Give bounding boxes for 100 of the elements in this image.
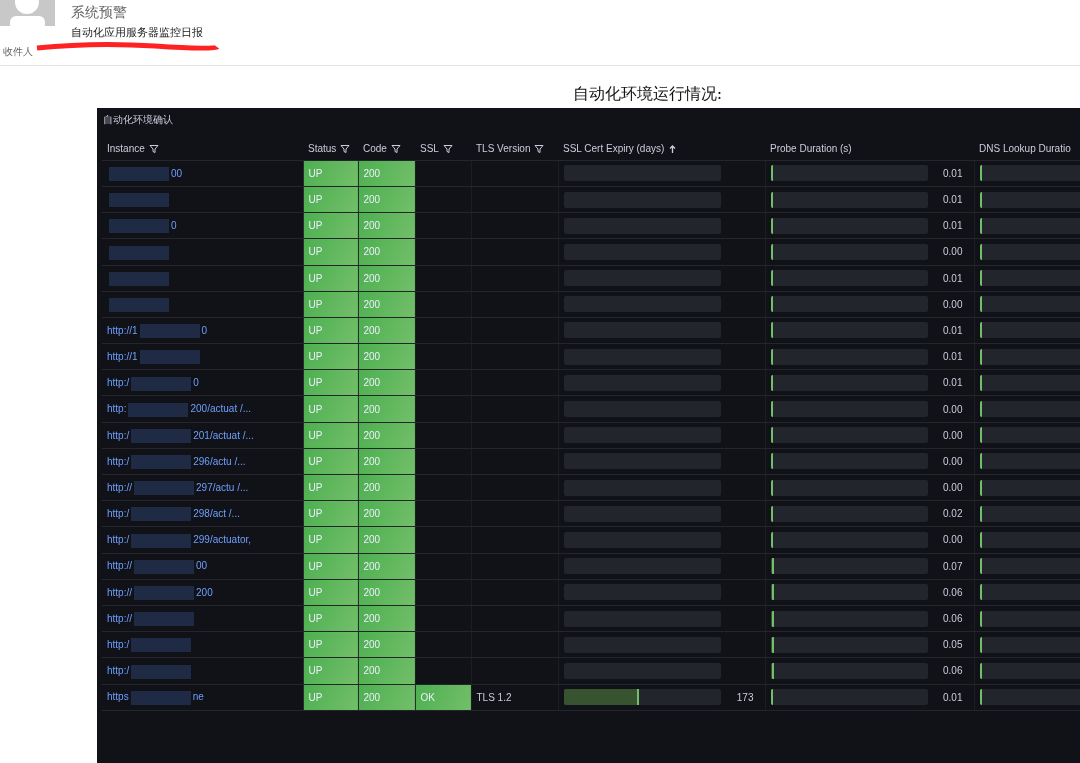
column-header[interactable]: Probe Duration (s)	[770, 141, 852, 156]
bar-value: 0.06	[942, 612, 964, 627]
instance-link[interactable]: http:// 297/actu /...	[107, 481, 249, 493]
status-cell: UP	[303, 422, 358, 449]
redaction-mark	[131, 455, 192, 470]
code-cell: 200	[358, 605, 415, 632]
code-cell: 200	[358, 448, 415, 475]
code-cell: 200	[358, 291, 415, 318]
status-cell: UP	[303, 631, 358, 658]
report-heading: 自动化环境运行情况:	[571, 84, 724, 104]
filter-icon[interactable]	[534, 143, 545, 154]
instance-link[interactable]: http:/ 201/actuat /...	[107, 429, 254, 441]
status-cell: UP	[303, 579, 358, 606]
redaction-mark	[131, 533, 192, 548]
redaction-mark	[131, 376, 192, 391]
column-header[interactable]: SSL	[420, 141, 453, 156]
code-cell: 200	[358, 395, 415, 423]
code-cell: 200	[358, 238, 415, 265]
redaction-mark	[134, 559, 194, 574]
filter-icon[interactable]	[148, 143, 159, 154]
status-cell: UP	[303, 605, 358, 632]
sender-name: 系统预警	[71, 3, 127, 22]
column-header[interactable]: Instance	[107, 141, 159, 156]
status-cell: UP	[303, 526, 358, 554]
instance-link[interactable]: 0	[107, 220, 177, 232]
redaction-mark	[139, 350, 200, 365]
instance-link[interactable]: http://1 0	[107, 324, 208, 336]
redaction-mark	[139, 324, 200, 339]
instance-link[interactable]: https ne	[107, 691, 204, 703]
status-cell: UP	[303, 657, 358, 684]
ssl-cell: OK	[415, 684, 471, 711]
bar-value: 0.00	[942, 402, 964, 417]
filter-icon[interactable]	[340, 143, 351, 154]
redaction-mark	[130, 690, 191, 705]
recipient-label: 收件人	[3, 45, 33, 59]
bar-value: 0.07	[942, 559, 964, 574]
bar-value: 0.06	[942, 585, 964, 600]
redaction-mark	[109, 167, 169, 181]
filter-icon[interactable]	[442, 143, 453, 154]
redaction-mark	[131, 507, 192, 522]
bar-value: 0.00	[942, 454, 964, 469]
bar-value: 0.01	[942, 219, 964, 234]
instance-link[interactable]: http: 200/actuat /...	[107, 403, 252, 415]
code-cell: 200	[358, 579, 415, 606]
instance-link[interactable]: http:/	[107, 665, 194, 677]
status-cell: UP	[303, 474, 358, 501]
column-header[interactable]: Status	[308, 141, 351, 156]
status-cell: UP	[303, 317, 358, 344]
code-cell: 200	[358, 631, 415, 658]
panel-title: 自动化环境确认	[102, 113, 174, 127]
instance-link[interactable]: http:/ 299/actuator,	[107, 534, 252, 546]
instance-link[interactable]: http:/ 298/act /...	[107, 508, 240, 520]
instance-link[interactable]: http://1	[107, 350, 202, 362]
status-cell: UP	[303, 291, 358, 318]
column-header[interactable]: DNS Lookup Duratio	[979, 141, 1071, 156]
bar-value: 0.00	[942, 481, 964, 496]
code-cell: 200	[358, 160, 415, 187]
bar-value: 0.05	[942, 638, 964, 653]
instance-link[interactable]: 00	[107, 167, 183, 179]
redaction-mark	[109, 271, 169, 286]
status-cell: UP	[303, 265, 358, 292]
sort-arrow-icon[interactable]	[668, 143, 678, 154]
redaction-mark	[128, 402, 189, 417]
redaction-mark	[109, 219, 169, 234]
column-header[interactable]: SSL Cert Expiry (days)	[563, 141, 678, 156]
status-cell: UP	[303, 160, 358, 187]
bar-value: 0.01	[942, 193, 964, 208]
redaction-mark	[134, 612, 194, 627]
avatar-placeholder	[0, 0, 55, 26]
bar-value: 0.00	[942, 245, 964, 260]
code-cell: 200	[358, 684, 415, 711]
instance-link[interactable]: http:/ 296/actu /...	[107, 455, 246, 467]
bar-value: 0.00	[942, 428, 964, 443]
status-cell: UP	[303, 553, 358, 580]
status-cell: UP	[303, 500, 358, 527]
instance-link[interactable]: http://	[107, 612, 196, 624]
code-cell: 200	[358, 500, 415, 527]
code-cell: 200	[358, 265, 415, 292]
instance-link[interactable]: http:/ 0	[107, 377, 199, 389]
status-cell: UP	[303, 395, 358, 423]
bar-value: 0.01	[942, 323, 964, 338]
instance-link[interactable]: http:// 00	[107, 560, 208, 572]
code-cell: 200	[358, 343, 415, 370]
bar-value: 0.02	[942, 507, 964, 522]
redaction-mark	[131, 664, 192, 679]
column-header[interactable]: Code	[363, 141, 401, 156]
column-header[interactable]: TLS Version	[476, 141, 545, 156]
status-cell: UP	[303, 448, 358, 475]
bar-value: 0.06	[942, 664, 964, 679]
redaction-mark	[109, 193, 169, 208]
redaction-mark	[134, 481, 194, 496]
bar-value: 0.01	[942, 166, 964, 181]
status-cell: UP	[303, 369, 358, 396]
status-cell: UP	[303, 238, 358, 265]
filter-icon[interactable]	[390, 143, 401, 154]
instance-link[interactable]: http:// 200	[107, 586, 213, 598]
instance-link[interactable]: http:/	[107, 639, 194, 651]
code-cell: 200	[358, 474, 415, 501]
status-cell: UP	[303, 212, 358, 239]
code-cell: 200	[358, 186, 415, 213]
